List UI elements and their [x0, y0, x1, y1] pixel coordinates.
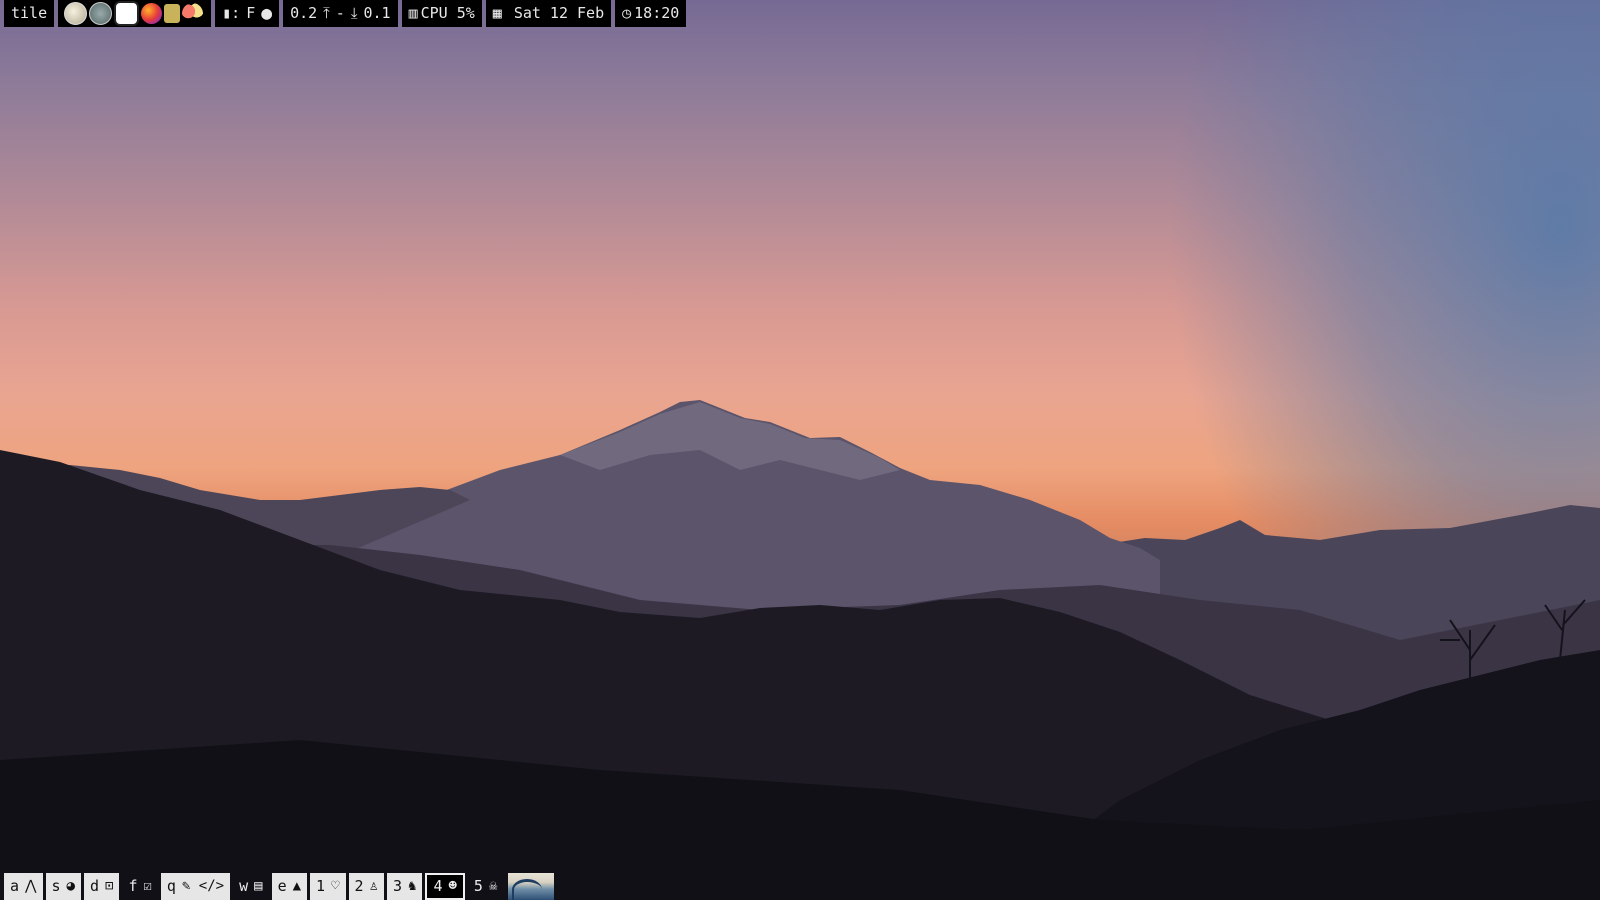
- workspace-key: w: [239, 877, 249, 895]
- system-tray: [58, 0, 212, 27]
- workspace-d[interactable]: d ⊡: [83, 873, 120, 900]
- layout-label: tile: [11, 4, 48, 22]
- workspace-a[interactable]: a ⋀: [4, 873, 43, 900]
- time-label: 18:20: [634, 4, 680, 22]
- workspace-s[interactable]: s ◕: [45, 873, 81, 900]
- workspace-q[interactable]: q ✎ </>: [160, 873, 231, 900]
- tray-globe-icon[interactable]: [64, 2, 88, 25]
- download-icon: ⤓: [350, 4, 358, 22]
- firefox-icon: ◕: [66, 878, 75, 894]
- battery-indicator[interactable]: ▮: F ●: [215, 0, 280, 27]
- battery-status: F: [246, 4, 256, 22]
- workspace-key: 1: [316, 877, 326, 895]
- upload-icon: ⤒: [323, 4, 330, 22]
- tray-balloons-icon[interactable]: [182, 3, 204, 24]
- workspace-f[interactable]: f ☑: [122, 873, 157, 900]
- workspace-key: s: [51, 877, 61, 895]
- tray-network-icon[interactable]: [89, 2, 113, 25]
- workspace-e[interactable]: e ▲: [271, 873, 308, 900]
- arch-icon: ⋀: [25, 878, 37, 894]
- alien-icon: ☻: [448, 878, 457, 894]
- net-down-value: 0.1: [363, 4, 391, 22]
- workspace-key: d: [89, 877, 100, 895]
- desktop-wallpaper: [0, 0, 1600, 900]
- calendar-icon: ▦: [492, 4, 502, 22]
- date-label: Sat 12 Feb: [513, 4, 605, 22]
- clock-icon: ◷: [622, 4, 632, 22]
- clock-indicator[interactable]: ◷ 18:20: [615, 0, 687, 27]
- workspace-key: q: [166, 877, 176, 895]
- terminal-icon: ⊡: [105, 878, 114, 894]
- tray-firefox-icon[interactable]: [141, 3, 163, 24]
- cat-icon: ♞: [408, 878, 417, 894]
- workspace-key: 3: [392, 877, 403, 895]
- workspace-bar: a ⋀ s ◕ d ⊡ f ☑ q ✎ </> w ▤ e ▲ 1 ♡ 2 ♙ 3 ♞ 4 ☻ 5 ☠: [4, 873, 555, 900]
- skull-icon: ☠: [488, 878, 498, 894]
- workspace-4[interactable]: 4 ☻: [425, 873, 465, 900]
- workspace-key: f: [128, 877, 138, 895]
- cpu-label: CPU 5%: [420, 4, 475, 22]
- network-speed: 0.2 ⤒ - ⤓ 0.1: [283, 0, 398, 27]
- book-icon: ▤: [254, 878, 263, 894]
- workspace-key: 4: [433, 877, 443, 895]
- net-up-value: 0.2: [290, 4, 318, 22]
- wave-thumbnail-icon[interactable]: [508, 873, 555, 900]
- workspace-key: 2: [354, 877, 364, 895]
- tray-chat-icon[interactable]: [114, 1, 140, 26]
- workspace-key: a: [10, 877, 20, 895]
- record-icon: ●: [261, 3, 273, 24]
- workspace-2[interactable]: 2 ♙: [348, 873, 384, 900]
- workspace-1[interactable]: 1 ♡: [310, 873, 346, 900]
- workspace-3[interactable]: 3 ♞: [386, 873, 423, 900]
- top-status-bar: tile ▮: F ● 0.2 ⤒ - ⤓ 0.1 ▥ CPU 5% ▦ Sat…: [0, 0, 690, 27]
- workspace-key: 5: [473, 877, 483, 895]
- net-separator: -: [335, 4, 345, 22]
- workspace-key: e: [277, 877, 287, 895]
- mountain-silhouette: [0, 400, 1600, 900]
- date-indicator[interactable]: ▦ Sat 12 Feb: [485, 0, 612, 27]
- linux-icon: ♙: [369, 878, 378, 894]
- layout-indicator[interactable]: tile: [4, 0, 55, 27]
- cpu-indicator: ▥ CPU 5%: [401, 0, 482, 27]
- tray-clipboard-icon[interactable]: [164, 4, 181, 23]
- workspace-5[interactable]: 5 ☠: [468, 873, 503, 900]
- check-box-icon: ☑: [143, 878, 152, 894]
- workspace-w[interactable]: w ▤: [233, 873, 268, 900]
- code-icon: ✎ </>: [181, 878, 225, 894]
- chart-icon: ▲: [292, 878, 302, 894]
- heart-icon: ♡: [331, 878, 340, 894]
- battery-icon: ▮:: [222, 4, 241, 22]
- cpu-icon: ▥: [408, 4, 418, 22]
